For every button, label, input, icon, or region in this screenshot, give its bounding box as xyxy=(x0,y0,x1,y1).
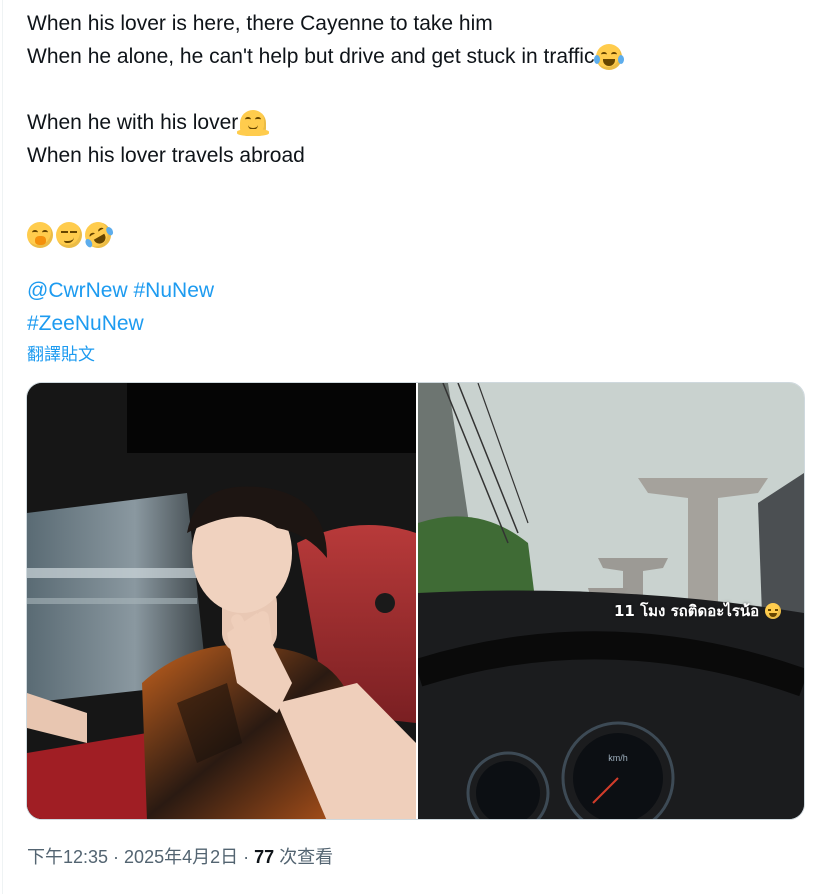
tweet-text-line-1: When his lover is here, there Cayenne to… xyxy=(27,12,493,35)
photo-car-dashboard[interactable]: km/h 11 โมง รถติดอะไรน้อ xyxy=(418,383,804,819)
smirking-face-icon xyxy=(56,222,82,248)
hashtag-link[interactable]: #ZeeNuNew xyxy=(27,312,144,335)
melting-face-icon xyxy=(237,109,270,136)
photo-caption-overlay: 11 โมง รถติดอะไรน้อ xyxy=(614,599,782,623)
tweet-text-line-3: When he with his lover xyxy=(27,106,807,139)
media-grid: km/h 11 โมง รถติดอะไรน้อ xyxy=(26,382,805,820)
thread-divider xyxy=(2,0,3,894)
tweet-body: When his lover is here, there Cayenne to… xyxy=(27,0,807,368)
tweet-links-line-1: @CwrNew #NuNew xyxy=(27,274,807,307)
hashtag-link[interactable]: #NuNew xyxy=(134,279,215,302)
face-with-tears-of-joy-icon xyxy=(594,43,625,70)
face-with-hand-over-mouth-icon xyxy=(27,222,53,248)
tweet-text-line-4: When his lover travels abroad xyxy=(27,144,305,167)
svg-text:km/h: km/h xyxy=(608,753,628,763)
view-count-label: 次查看 xyxy=(279,847,334,867)
tweet-links-line-2: #ZeeNuNew xyxy=(27,307,807,340)
mention-link[interactable]: @CwrNew xyxy=(27,279,128,302)
car-selfie-image xyxy=(27,383,416,819)
emoji-row xyxy=(27,215,807,255)
face-with-tears-of-joy-icon xyxy=(765,603,782,619)
tweet-timestamp[interactable]: 下午12:35 · 2025年4月2日 xyxy=(27,847,243,867)
rolling-on-floor-laughing-icon xyxy=(80,217,116,253)
tweet-metadata: 下午12:35 · 2025年4月2日 · 77 次查看 xyxy=(27,847,334,867)
translate-post-link[interactable]: 翻譯貼文 xyxy=(27,342,807,368)
view-count: 77 xyxy=(254,847,275,867)
tweet-text-line-2: When he alone, he can't help but drive a… xyxy=(27,40,807,73)
photo-car-selfie[interactable] xyxy=(27,383,416,819)
